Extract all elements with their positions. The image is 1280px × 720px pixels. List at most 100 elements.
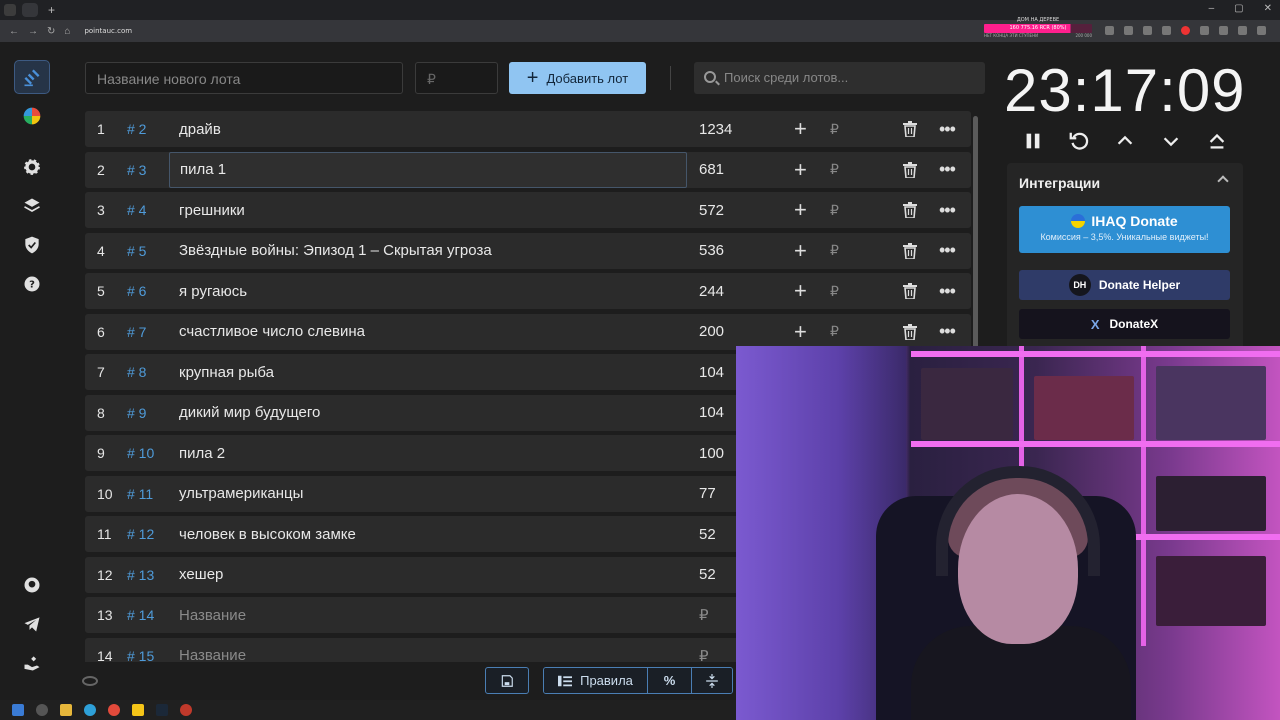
steam-taskbar-icon[interactable]: [156, 704, 168, 716]
add-amount-button[interactable]: +: [794, 239, 807, 261]
ruble-input[interactable]: ₽: [830, 283, 839, 300]
lot-name-input[interactable]: дикий мир будущего: [169, 395, 687, 431]
percent-button[interactable]: %: [648, 668, 692, 693]
more-icon[interactable]: •••: [939, 281, 956, 302]
lot-amount-input[interactable]: 52: [699, 566, 716, 583]
donate-helper-button[interactable]: DH Donate Helper: [1019, 270, 1230, 300]
trash-icon[interactable]: [903, 283, 917, 299]
lot-name-input[interactable]: хешер: [169, 557, 687, 593]
new-lot-amount-input[interactable]: ₽: [415, 62, 498, 94]
browser-tab[interactable]: [22, 3, 38, 17]
lot-amount-input[interactable]: 244: [699, 283, 724, 300]
add-amount-button[interactable]: +: [794, 199, 807, 221]
add-amount-button[interactable]: +: [794, 280, 807, 302]
puzzle-icon[interactable]: [1200, 26, 1209, 35]
more-icon[interactable]: •••: [939, 119, 956, 140]
lot-name-input[interactable]: Название: [169, 638, 687, 662]
reset-icon[interactable]: [1068, 130, 1090, 152]
lot-amount-input[interactable]: 77: [699, 485, 716, 502]
sidebar-item-layers[interactable]: [14, 189, 50, 223]
sidebar-item-help[interactable]: ?: [14, 267, 50, 301]
rules-button[interactable]: Правила: [544, 668, 648, 693]
new-tab-icon[interactable]: +: [48, 3, 55, 17]
ruble-input[interactable]: ₽: [830, 242, 839, 259]
lot-name-input[interactable]: счастливое число слевина: [169, 314, 687, 350]
lot-amount-input[interactable]: 1234: [699, 121, 732, 138]
sidebar-item-settings[interactable]: [14, 150, 50, 184]
donatex-button[interactable]: X DonateX: [1019, 309, 1230, 339]
lot-name-input[interactable]: человек в высоком замке: [169, 516, 687, 552]
obs-taskbar-icon[interactable]: [180, 704, 192, 716]
save-button[interactable]: [485, 667, 529, 694]
lot-name-input[interactable]: пила 1: [169, 151, 687, 188]
lot-amount-input[interactable]: 104: [699, 404, 724, 421]
search-input[interactable]: Поиск среди лотов...: [694, 62, 985, 94]
chrome-taskbar-icon[interactable]: [108, 704, 120, 716]
new-lot-name-input[interactable]: Название нового лота: [85, 62, 403, 94]
sidebar-item-telegram[interactable]: [14, 607, 50, 641]
add-lot-button[interactable]: + Добавить лот: [509, 62, 646, 94]
app-taskbar-icon[interactable]: [132, 704, 144, 716]
ihaq-donate-button[interactable]: IHAQ Donate Комиссия – 3,5%. Уникальные …: [1019, 206, 1230, 253]
forward-icon[interactable]: →: [28, 26, 38, 37]
ruble-input[interactable]: ₽: [830, 161, 839, 178]
profile-avatar[interactable]: [1238, 26, 1247, 35]
lot-amount-input[interactable]: ₽: [699, 606, 709, 624]
record-icon[interactable]: [1181, 26, 1190, 35]
sidebar-item-auction[interactable]: [14, 60, 50, 94]
compress-button[interactable]: [692, 668, 732, 693]
tab-search-icon[interactable]: [4, 4, 16, 16]
lot-name-input[interactable]: ультрамериканцы: [169, 476, 687, 512]
telegram-taskbar-icon[interactable]: [84, 704, 96, 716]
lot-amount-input[interactable]: 200: [699, 323, 724, 340]
lot-amount-input[interactable]: 100: [699, 445, 724, 462]
sidebar-item-donate[interactable]: [14, 646, 50, 680]
pause-icon[interactable]: [1022, 130, 1044, 152]
lot-name-input[interactable]: драйв: [169, 111, 687, 147]
chevron-down-icon[interactable]: [1160, 130, 1182, 152]
start-icon[interactable]: [12, 704, 24, 716]
search-taskbar-icon[interactable]: [36, 704, 48, 716]
home-icon[interactable]: ⌂: [64, 26, 70, 37]
ruble-input[interactable]: ₽: [830, 121, 839, 138]
menu-icon[interactable]: [1257, 26, 1266, 35]
lot-name-input[interactable]: Звёздные войны: Эпизод 1 – Скрытая угроз…: [169, 233, 687, 269]
lot-amount-input[interactable]: 681: [699, 161, 724, 178]
close-icon[interactable]: ✕: [1264, 3, 1272, 14]
lot-name-input[interactable]: пила 2: [169, 435, 687, 471]
trash-icon[interactable]: [903, 161, 917, 178]
explorer-icon[interactable]: [60, 704, 72, 716]
lot-name-input[interactable]: крупная рыба: [169, 354, 687, 390]
add-amount-button[interactable]: +: [794, 118, 807, 140]
trash-icon[interactable]: [903, 323, 917, 340]
reload-icon[interactable]: ↻: [47, 26, 55, 37]
lot-amount-input[interactable]: 104: [699, 364, 724, 381]
more-icon[interactable]: •••: [939, 240, 956, 261]
extension-icon[interactable]: [1162, 26, 1171, 35]
add-amount-button[interactable]: +: [794, 158, 807, 180]
trash-icon[interactable]: [903, 242, 917, 259]
zoom-icon[interactable]: [1124, 26, 1133, 35]
trash-icon[interactable]: [903, 202, 917, 218]
collapse-icon[interactable]: [1217, 175, 1229, 187]
lot-name-input[interactable]: грешники: [169, 192, 687, 228]
chevron-up-icon[interactable]: [1114, 130, 1136, 152]
lots-scrollbar[interactable]: [973, 116, 978, 366]
more-icon[interactable]: •••: [939, 321, 956, 342]
trash-icon[interactable]: [903, 121, 917, 137]
lot-name-input[interactable]: Название: [169, 597, 687, 633]
lot-amount-input[interactable]: 52: [699, 526, 716, 543]
sidebar-item-github[interactable]: [14, 568, 50, 602]
back-icon[interactable]: ←: [9, 26, 19, 37]
lot-amount-input[interactable]: 572: [699, 202, 724, 219]
lot-name-input[interactable]: я ругаюсь: [169, 273, 687, 309]
eye-icon[interactable]: [82, 676, 98, 686]
lot-amount-input[interactable]: 536: [699, 242, 724, 259]
ruble-input[interactable]: ₽: [830, 202, 839, 219]
download-icon[interactable]: [1219, 26, 1228, 35]
add-amount-button[interactable]: +: [794, 320, 807, 342]
more-icon[interactable]: •••: [939, 200, 956, 221]
double-chevron-up-icon[interactable]: [1206, 130, 1228, 152]
maximize-icon[interactable]: ▢: [1234, 3, 1243, 14]
ruble-input[interactable]: ₽: [830, 323, 839, 340]
